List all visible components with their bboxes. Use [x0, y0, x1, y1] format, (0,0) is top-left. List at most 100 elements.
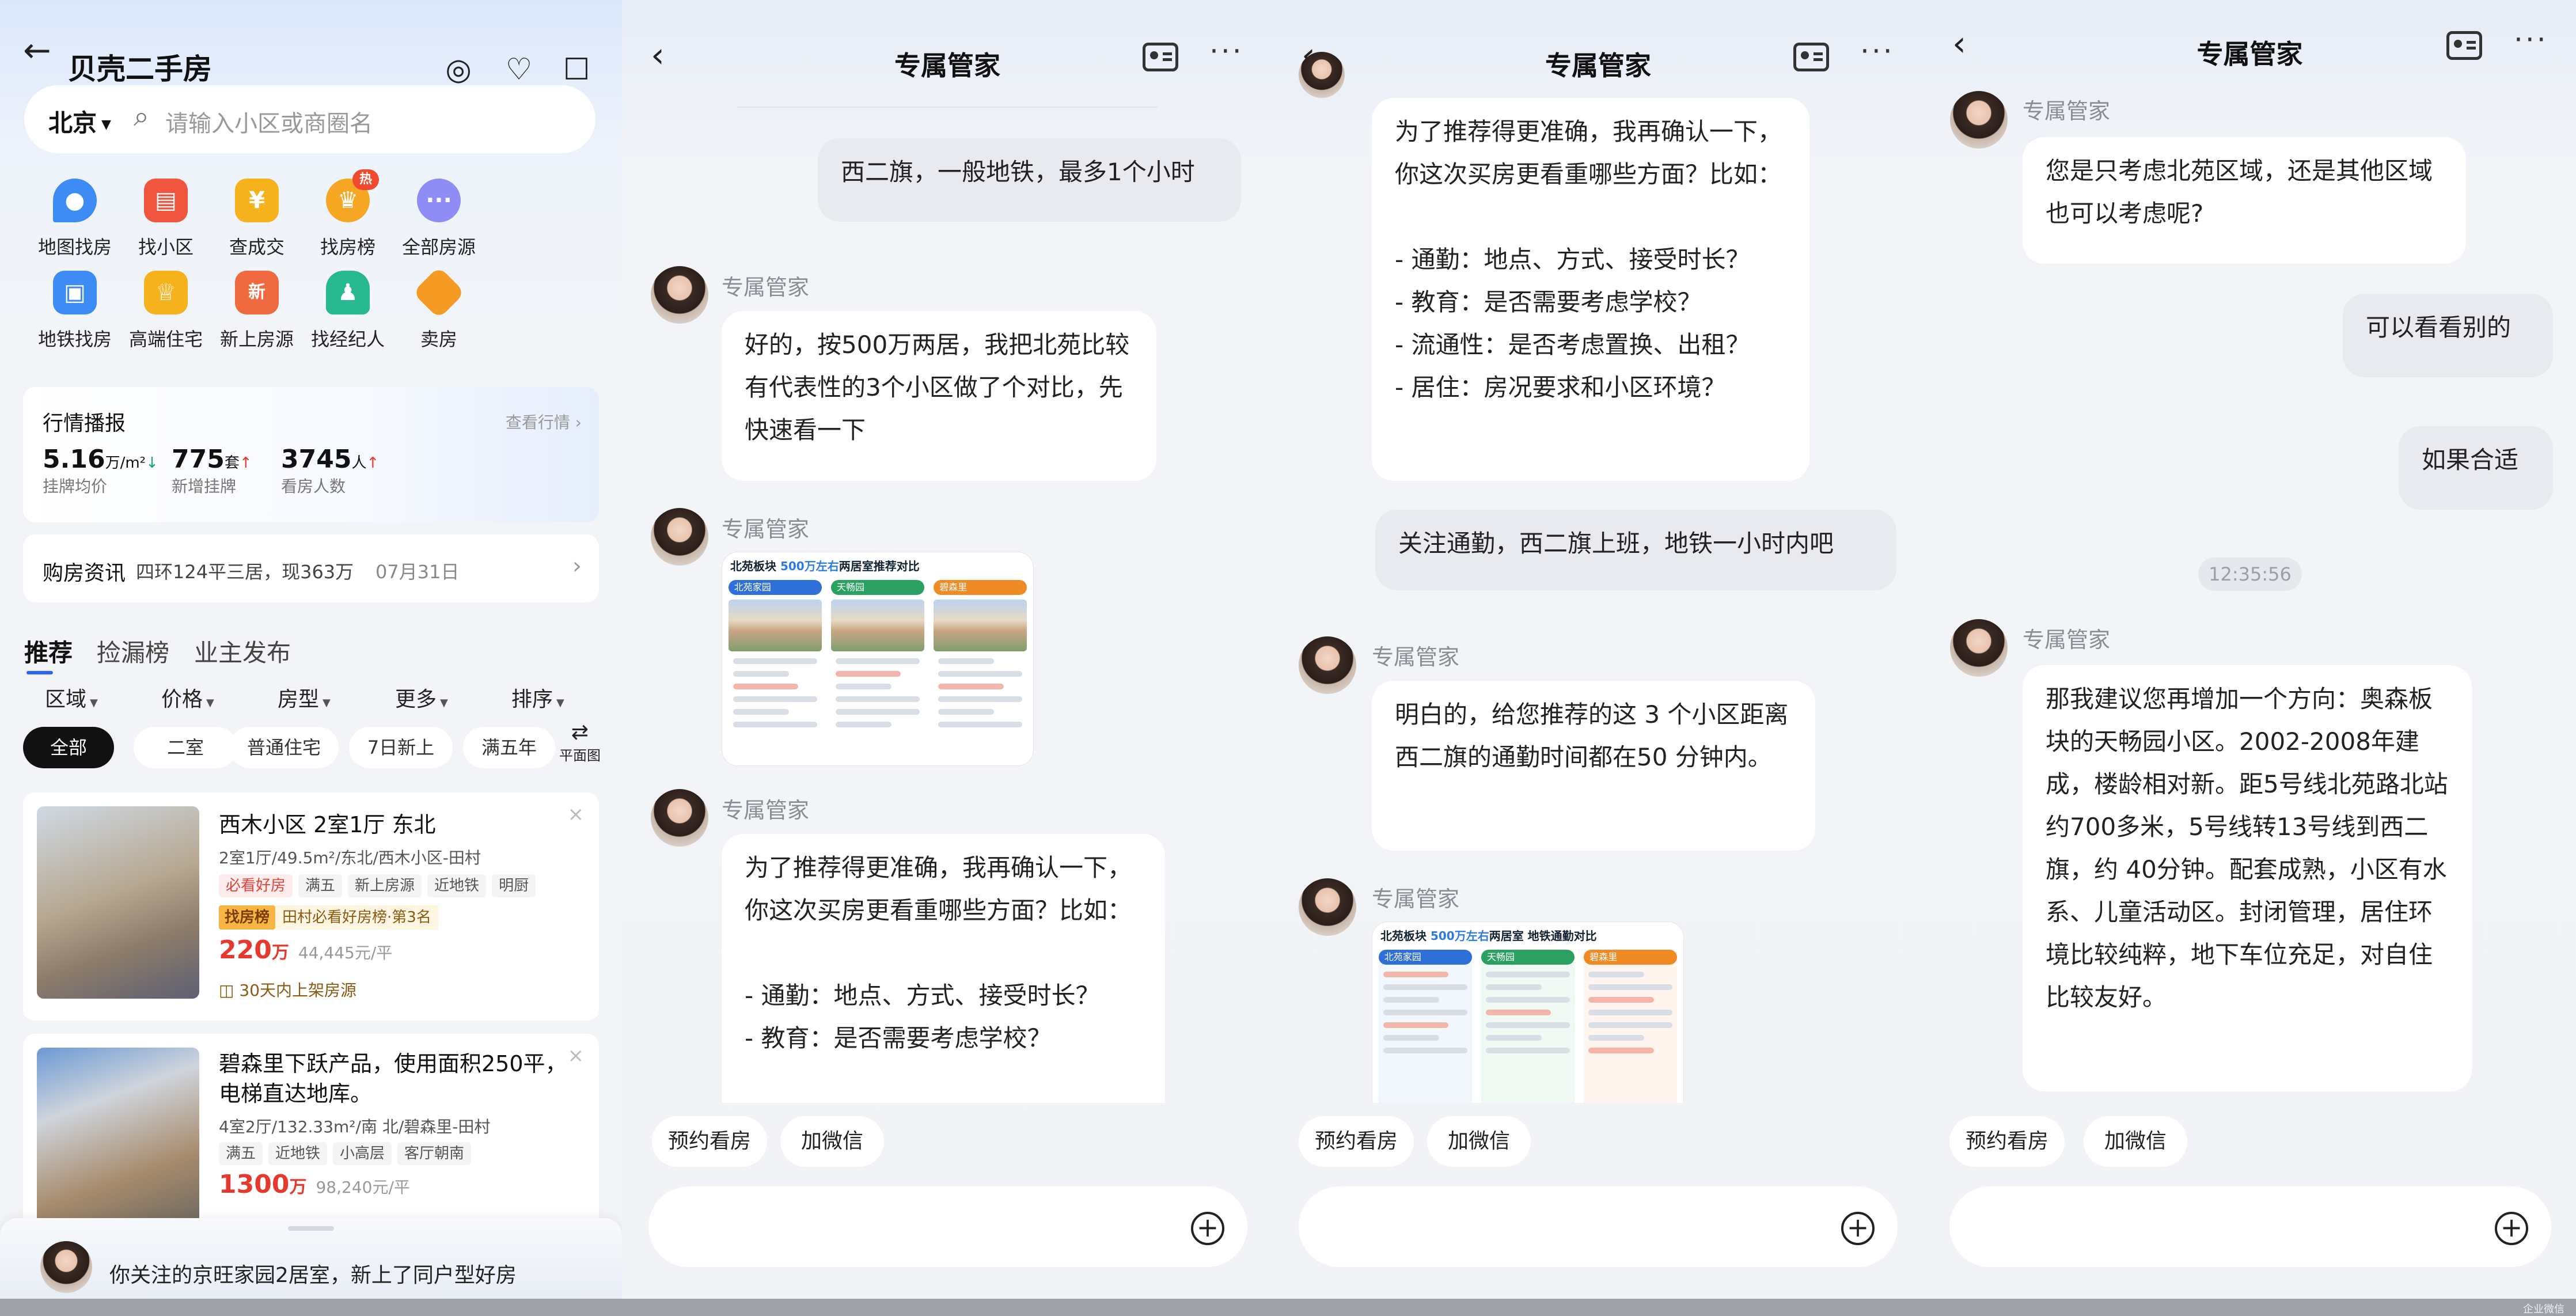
row-line: [938, 671, 1023, 677]
app-title: 贝壳二手房: [68, 52, 212, 86]
butler-avatar: [1950, 619, 2008, 677]
search-placeholder[interactable]: 请输入小区或商圈名: [165, 105, 373, 138]
contact-card-icon[interactable]: [1143, 43, 1178, 71]
filter-label: 房型: [278, 688, 320, 711]
grid-item-ranking[interactable]: ♛ 热找房榜: [296, 169, 400, 259]
row-line: [733, 658, 817, 664]
message-input[interactable]: +: [1299, 1186, 1898, 1267]
grid-item-deals[interactable]: ¥ 查成交: [205, 179, 309, 259]
news-text: 四环124平三居，现363万: [136, 561, 354, 583]
img-title-post: 两居室 地铁通勤对比: [1489, 929, 1597, 943]
message-icon[interactable]: ☐: [559, 52, 594, 88]
column-head: 北苑家园: [1378, 950, 1472, 965]
book-viewing-button[interactable]: 预约看房: [1299, 1116, 1414, 1167]
grid-item-subway[interactable]: ▣ 地铁找房: [23, 271, 127, 351]
chevron-down-icon: ▼: [323, 697, 331, 709]
plus-icon[interactable]: +: [1841, 1212, 1875, 1245]
listing-photo: [37, 806, 199, 999]
location-icon[interactable]: ◎: [441, 52, 476, 88]
chat-screen-2: ‹ 专属管家 ··· 为了推荐得更准确，我再确认一下，你这次买房更看重哪些方面？…: [1273, 0, 1924, 1299]
floor-plan-toggle[interactable]: ⇄ 平面图: [554, 721, 606, 764]
ranking-badge[interactable]: 找房榜 田村必看好房榜·第3名: [219, 905, 438, 930]
listing-tag: 小高层: [333, 1142, 392, 1165]
grid-item-luxury[interactable]: ♕ 高端住宅: [114, 271, 218, 351]
chevron-down-icon: ▼: [556, 697, 564, 709]
book-viewing-button[interactable]: 预约看房: [1949, 1116, 2065, 1167]
butler-avatar: [651, 508, 708, 566]
filter-sort[interactable]: 排序 ▼: [511, 682, 564, 712]
contact-card-icon[interactable]: [2446, 31, 2482, 60]
img-title-highlight: 500万左右: [780, 559, 839, 573]
row-line: [1588, 1010, 1673, 1015]
add-wechat-button[interactable]: 加微信: [1427, 1116, 1531, 1167]
chip-all[interactable]: 全部: [23, 727, 114, 768]
chip-five-years[interactable]: 满五年: [463, 727, 555, 768]
contact-card-icon[interactable]: [1793, 43, 1829, 71]
price-unit: 万: [289, 1177, 307, 1197]
chat-header: ‹ 专属管家 ···: [1273, 23, 1924, 86]
butler-avatar: [40, 1241, 92, 1293]
grid-item-map[interactable]: ● 地图找房: [23, 179, 127, 259]
row-line: [938, 722, 1023, 727]
grid-label: 高端住宅: [128, 328, 203, 350]
market-link-label: 查看行情: [505, 413, 570, 432]
butler-avatar: [1299, 52, 1345, 98]
row-line: [836, 696, 920, 702]
market-view-link[interactable]: 查看行情 ›: [506, 410, 582, 433]
grid-item-community[interactable]: ▤ 找小区: [114, 179, 218, 259]
chip-two-room[interactable]: 二室: [134, 727, 237, 768]
listing-tags: 满五 近地铁 小高层 客厅朝南: [219, 1142, 477, 1165]
chip-new-7days[interactable]: 7日新上: [349, 727, 453, 768]
favorite-heart-icon[interactable]: ♡: [501, 52, 537, 88]
grid-item-agent[interactable]: ♟ 找经纪人: [296, 271, 400, 351]
search-bar[interactable]: 北京 ▼ ⌕ 请输入小区或商圈名: [24, 85, 595, 153]
bot-message: 那我建议您再增加一个方向：奥森板块的天畅园小区。2002-2008年建成，楼龄相…: [2023, 665, 2472, 1091]
subway-icon: ▣: [53, 271, 97, 314]
listing-card[interactable]: 西木小区 2室1厅 东北 × 2室1厅/49.5m²/东北/西木小区-田村 必看…: [23, 792, 599, 1021]
filter-price[interactable]: 价格 ▼: [161, 682, 214, 712]
commute-comparison-image[interactable]: 北苑板块 500万左右两居室 地铁通勤对比 北苑家园 天畅园 碧森里: [1372, 921, 1684, 1130]
butler-notification[interactable]: 你关注的京旺家园2居室，新上了同户型好房: [0, 1218, 622, 1299]
row-line: [1383, 972, 1449, 977]
tab-recommend[interactable]: 推荐: [24, 634, 73, 674]
filter-layout[interactable]: 房型 ▼: [278, 682, 331, 712]
close-icon[interactable]: ×: [568, 1044, 585, 1067]
image-title: 北苑板块 500万左右两居室推荐对比: [730, 557, 920, 574]
more-icon[interactable]: ···: [1860, 35, 1895, 68]
filter-area[interactable]: 区域 ▼: [45, 682, 98, 712]
price-value: 1300: [219, 1170, 290, 1199]
tab-bargain[interactable]: 捡漏榜: [97, 634, 169, 669]
row-line: [938, 696, 1023, 702]
grid-item-sell[interactable]: 卖房: [387, 266, 491, 351]
message-input[interactable]: +: [648, 1186, 1247, 1267]
market-report-card[interactable]: 行情播报 查看行情 › 5.16万/m²↓ 挂牌均价 775套↑ 新增挂牌 37…: [23, 387, 599, 522]
filter-more[interactable]: 更多 ▼: [395, 682, 448, 712]
plus-icon[interactable]: +: [2495, 1212, 2528, 1245]
add-wechat-button[interactable]: 加微信: [780, 1116, 884, 1167]
add-wechat-button[interactable]: 加微信: [2084, 1116, 2187, 1167]
grid-item-all-listings[interactable]: ··· 全部房源: [387, 179, 491, 259]
tab-owner[interactable]: 业主发布: [194, 634, 291, 669]
listing-tag: 明厨: [492, 874, 536, 897]
comparison-image[interactable]: 北苑板块 500万左右两居室推荐对比 北苑家园 天畅园 碧森里: [722, 552, 1034, 766]
more-icon[interactable]: ···: [1209, 35, 1244, 68]
drag-handle[interactable]: [288, 1226, 334, 1231]
chip-residential[interactable]: 普通住宅: [229, 727, 339, 768]
row-line: [1486, 984, 1542, 990]
listing-price: 220万 44,445元/平: [219, 935, 392, 965]
row-line: [1486, 1035, 1542, 1041]
close-icon[interactable]: ×: [568, 803, 585, 826]
chat-header: ‹ 专属管家 ···: [1924, 12, 2576, 75]
city-selector[interactable]: 北京 ▼: [48, 104, 111, 139]
butler-avatar: [1950, 91, 2008, 149]
book-viewing-button[interactable]: 预约看房: [652, 1116, 767, 1167]
row-line: [836, 684, 892, 689]
dots-icon: ···: [417, 179, 461, 222]
back-arrow-icon[interactable]: ←: [23, 33, 51, 67]
plus-icon[interactable]: +: [1191, 1212, 1224, 1245]
row-line: [938, 684, 1004, 689]
housing-news-card[interactable]: 购房资讯 四环124平三居，现363万 07月31日 ›: [23, 534, 599, 602]
grid-item-new-listings[interactable]: 新新上房源: [205, 271, 309, 351]
message-input[interactable]: +: [1949, 1186, 2551, 1267]
more-icon[interactable]: ···: [2514, 23, 2548, 56]
